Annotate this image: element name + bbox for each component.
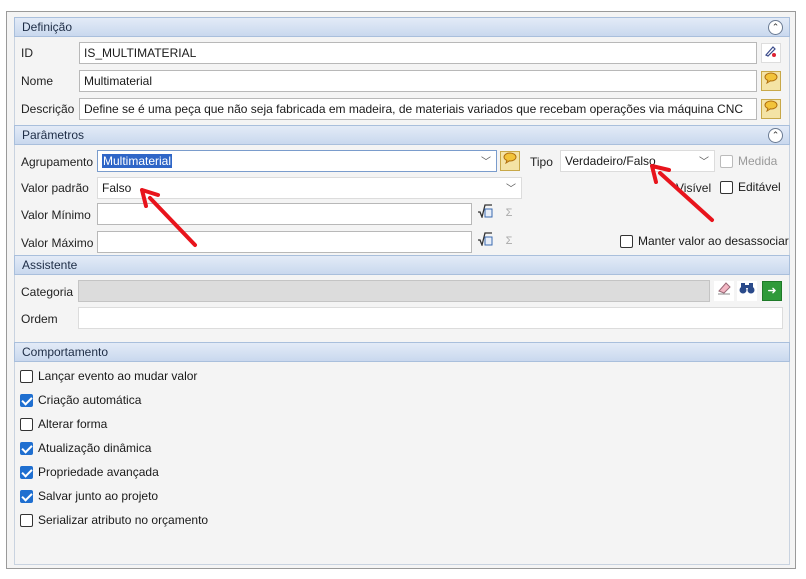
red-arrow [650, 164, 714, 222]
annotation-arrows [140, 164, 714, 247]
red-arrow [140, 188, 197, 247]
